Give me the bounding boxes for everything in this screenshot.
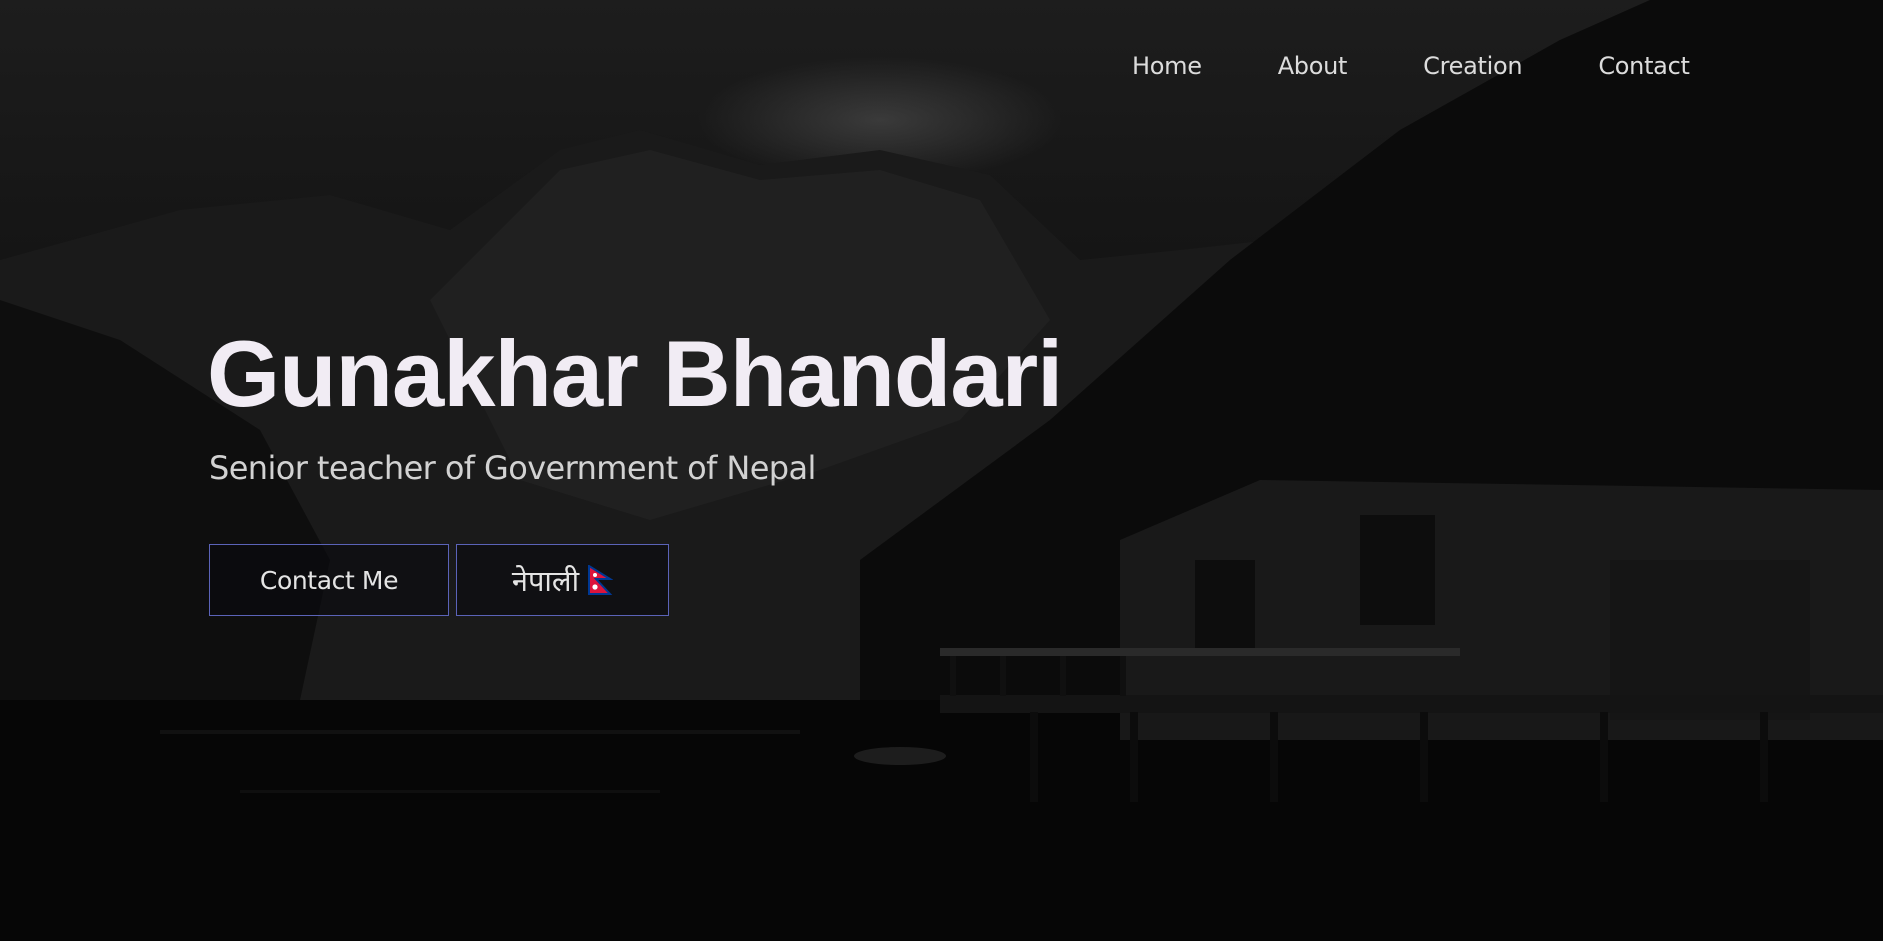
hero-title: Gunakhar Bhandari xyxy=(207,321,1063,426)
nav-home[interactable]: Home xyxy=(1132,52,1202,80)
hero-subtitle: Senior teacher of Government of Nepal xyxy=(209,449,816,487)
hero-section: Home About Creation Contact Gunakhar Bha… xyxy=(0,0,1883,941)
nav-about[interactable]: About xyxy=(1278,52,1348,80)
language-toggle-button[interactable]: नेपाली xyxy=(456,544,669,616)
contact-me-label: Contact Me xyxy=(259,565,399,595)
nepal-flag-icon xyxy=(588,565,614,595)
nav-creation[interactable]: Creation xyxy=(1423,52,1522,80)
nav-contact[interactable]: Contact xyxy=(1598,52,1690,80)
language-label: नेपाली xyxy=(511,563,580,598)
main-nav: Home About Creation Contact xyxy=(1132,52,1690,80)
contact-me-button[interactable]: Contact Me xyxy=(209,544,449,616)
